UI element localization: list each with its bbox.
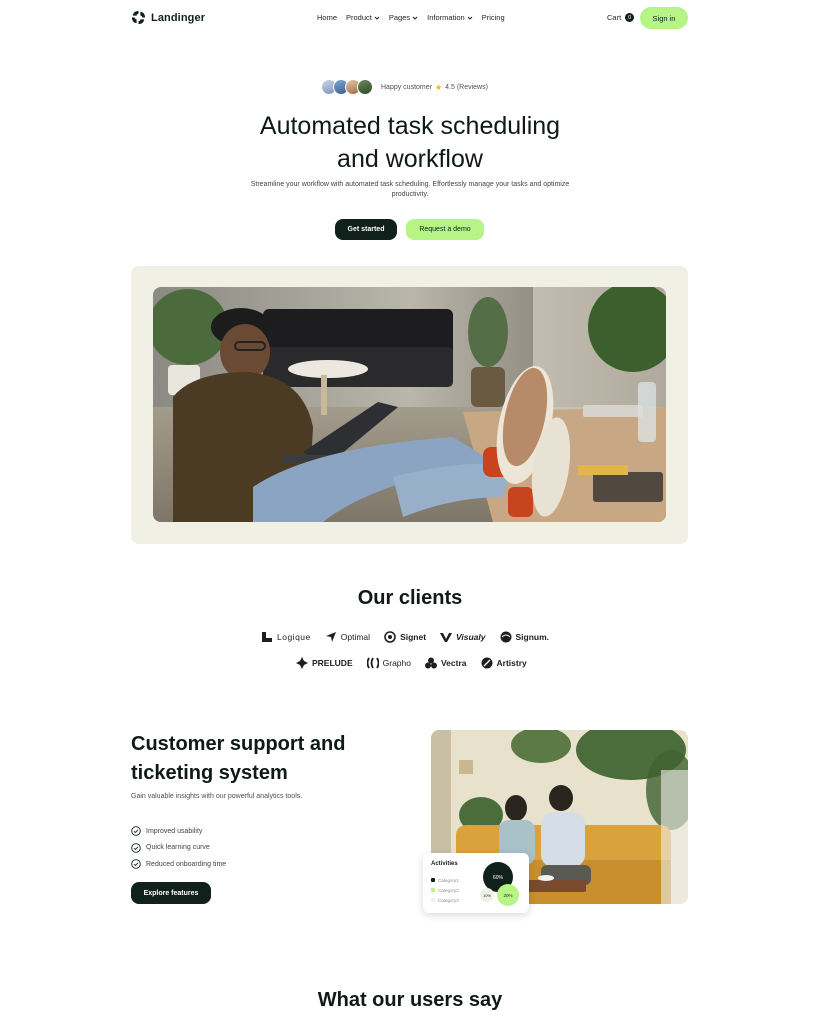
logique-icon <box>262 632 272 642</box>
cart-count-badge: 0 <box>625 13 635 22</box>
brand-logo[interactable]: Landinger <box>131 10 205 25</box>
cart-label: Cart <box>607 13 622 22</box>
happy-customer-label: Happy customer <box>381 83 432 91</box>
menu-item-pages[interactable]: Pages <box>389 13 418 22</box>
activities-title: Activities <box>431 861 458 867</box>
hero-title-line1: Automated task scheduling <box>259 112 561 140</box>
checklist-item: Quick learning curve <box>131 840 226 857</box>
activities-card: Activities Category1 Category2 Category3… <box>423 853 529 913</box>
prelude-icon <box>296 657 308 669</box>
main-menu: Home Product Pages Information Pricing <box>317 13 505 22</box>
legend-item: Category3 <box>431 895 459 905</box>
feature-title: Customer support and ticketing system <box>131 733 346 784</box>
client-logo-prelude: PRELUDE <box>296 657 353 669</box>
vectra-icon <box>424 657 437 669</box>
client-logo-grapho: Grapho <box>366 657 411 669</box>
bubble-label: 60% <box>493 875 504 881</box>
chevron-down-icon <box>467 16 473 20</box>
artistry-icon <box>481 657 493 669</box>
client-logo-optimal: Optimal <box>325 631 370 643</box>
client-logo-artistry: Artistry <box>481 657 527 669</box>
avatar <box>357 79 373 95</box>
legend-item: Category2 <box>431 885 459 895</box>
activities-bubble-chart: 60% 10% 20% <box>480 862 519 906</box>
checklist-label: Improved usability <box>146 827 203 835</box>
menu-item-pricing[interactable]: Pricing <box>482 13 505 22</box>
activities-legend: Category1 Category2 Category3 <box>431 875 459 905</box>
client-name: Signum. <box>515 632 550 642</box>
rating-value: 4.5 (Reviews) <box>445 83 488 91</box>
check-circle-icon <box>131 842 141 853</box>
feature-checklist: Improved usability Quick learning curve … <box>131 823 226 873</box>
client-name: Optimal <box>340 632 371 642</box>
cart-link[interactable]: Cart 0 <box>607 13 635 22</box>
rating-text: Happy customer ★ 4.5 (Reviews) <box>381 83 488 92</box>
grapho-icon <box>366 657 379 669</box>
star-icon: ★ <box>434 82 443 92</box>
client-logo-signum: Signum. <box>500 631 550 643</box>
brand-name: Landinger <box>151 11 206 24</box>
client-name: Artistry <box>496 658 527 668</box>
menu-item-label: Information <box>427 13 465 22</box>
hero-title: Automated task scheduling and workflow <box>210 110 610 176</box>
legend-swatch <box>431 878 435 882</box>
legend-label: Category2 <box>438 887 459 893</box>
menu-item-label: Pricing <box>481 13 505 22</box>
hero-photo <box>153 287 666 522</box>
check-circle-icon <box>131 826 141 837</box>
client-logo-logique: Logique <box>261 631 311 643</box>
customer-avatars <box>321 79 373 95</box>
client-name: Visualy <box>456 632 486 642</box>
menu-item-label: Home <box>317 13 338 22</box>
bubble-label: 10% <box>483 893 491 898</box>
hero-title-line2: and workflow <box>337 145 483 173</box>
legend-label: Category1 <box>438 877 459 883</box>
clients-title: Our clients <box>357 587 463 609</box>
request-demo-button[interactable]: Request a demo <box>406 219 484 240</box>
checklist-label: Reduced onboarding time <box>146 860 227 868</box>
checklist-item: Improved usability <box>131 823 226 840</box>
top-nav: Landinger Home Product Pages Information… <box>0 0 820 36</box>
client-logos-row-1: Logique Optimal Signet Visualy Signum. <box>261 631 549 643</box>
chevron-down-icon <box>412 16 418 20</box>
menu-item-product[interactable]: Product <box>346 13 380 22</box>
get-started-button[interactable]: Get started <box>335 219 397 240</box>
check-circle-icon <box>131 859 141 870</box>
feature-subtitle: Gain valuable insights with our powerful… <box>131 793 303 800</box>
menu-item-label: Product <box>346 13 372 22</box>
legend-label: Category3 <box>438 897 459 903</box>
client-name: Signet <box>400 632 427 642</box>
menu-item-label: Pages <box>388 13 411 22</box>
client-name: Grapho <box>382 658 411 668</box>
sign-in-button[interactable]: Sign in <box>640 7 688 29</box>
client-name: PRELUDE <box>312 658 353 668</box>
client-logos-row-2: PRELUDE Grapho Vectra Artistry <box>296 657 527 669</box>
client-logo-visualy: Visualy <box>440 631 486 643</box>
hero-photo-illustration <box>153 287 666 522</box>
menu-item-information[interactable]: Information <box>427 13 473 22</box>
checklist-label: Quick learning curve <box>146 844 210 852</box>
optimal-icon <box>325 632 336 642</box>
legend-swatch <box>431 898 435 902</box>
client-name: Vectra <box>440 658 467 668</box>
chevron-down-icon <box>374 16 380 20</box>
bubble-label: 20% <box>503 893 512 898</box>
legend-item: Category1 <box>431 875 459 885</box>
explore-features-button[interactable]: Explore features <box>131 882 211 904</box>
hero-subtitle: Streamline your workflow with automated … <box>250 181 570 198</box>
visualy-icon <box>440 633 453 642</box>
checklist-item: Reduced onboarding time <box>131 856 226 873</box>
signet-icon <box>384 631 396 643</box>
client-logo-signet: Signet <box>384 631 426 643</box>
logo-icon <box>131 10 146 25</box>
client-name: Logique <box>277 632 311 642</box>
legend-swatch <box>431 888 435 892</box>
social-proof: Happy customer ★ 4.5 (Reviews) <box>321 79 488 95</box>
signum-icon <box>500 631 511 643</box>
menu-item-home[interactable]: Home <box>317 13 337 22</box>
testimonials-title: What our users say <box>317 989 503 1011</box>
client-logo-vectra: Vectra <box>424 657 467 669</box>
